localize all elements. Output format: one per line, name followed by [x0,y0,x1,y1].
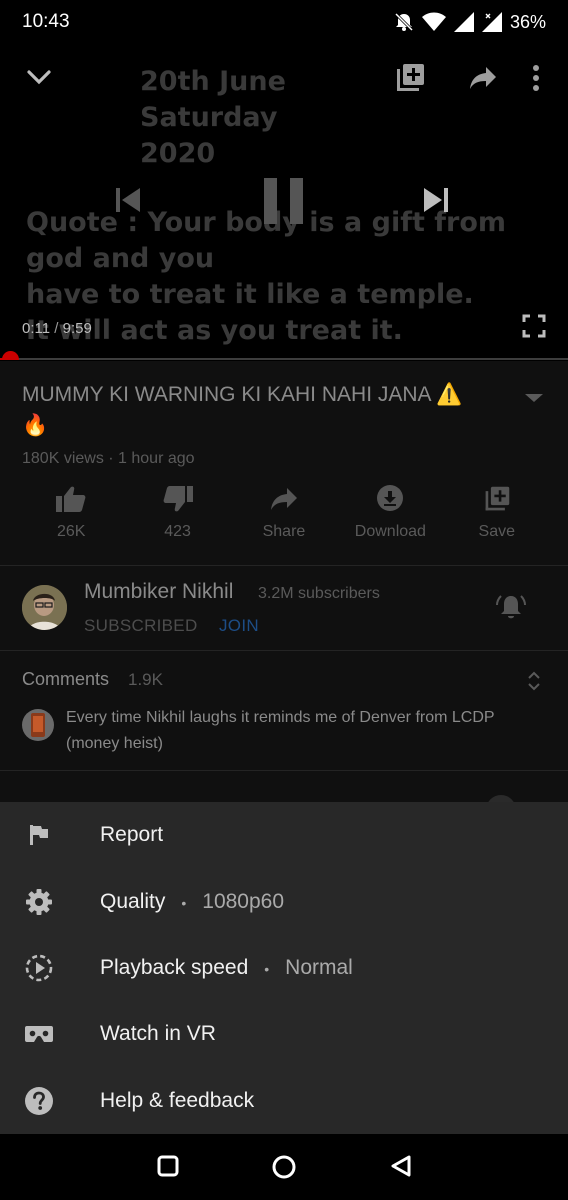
playback-speed-value: Normal [285,956,353,979]
download-button[interactable]: Download [340,485,440,555]
video-details: MUMMY KI WARNING KI KAHI NAHI JANA ⚠️ 🔥 … [0,361,568,825]
expand-comments-icon[interactable] [526,669,542,698]
signal-no-data-icon [481,12,502,32]
download-label: Download [354,523,426,540]
menu-label-watch-vr: Watch in VR [100,1022,216,1045]
wifi-icon [421,12,446,32]
action-bar: 26K 423 Share Download Save [0,485,568,555]
download-icon [377,485,404,511]
subscribed-button[interactable]: SUBSCRIBED [84,616,198,636]
dislike-count: 423 [164,523,191,540]
save-button[interactable]: Save [447,485,547,555]
share-label: Share [262,523,306,540]
previous-video-icon[interactable] [112,184,144,221]
menu-item-help-feedback[interactable]: Help & feedback [0,1068,568,1134]
menu-item-report[interactable]: Report [0,802,568,868]
separator-dot: • [264,961,270,977]
vr-headset-icon [24,1019,54,1049]
share-icon [270,488,297,510]
channel-name[interactable]: Mumbiker Nikhil [84,580,233,604]
thumbs-up-icon [56,486,86,512]
playback-time: 0:11 / 9:59 [22,320,92,337]
share-icon[interactable] [468,64,498,97]
divider [0,650,568,651]
subscriber-count: 3.2M subscribers [258,585,380,602]
video-overlay-date: 20th June Saturday 2020 [140,66,286,169]
video-meta: 180K views · 1 hour ago [22,450,195,467]
scrubber-handle[interactable] [2,351,20,360]
notifications-off-icon [394,12,414,32]
save-label: Save [478,523,515,540]
playlist-add-icon [485,486,509,511]
next-video-icon[interactable] [420,184,452,221]
separator-dot: • [181,895,187,911]
system-navigation-bar [0,1134,568,1200]
more-options-icon[interactable] [532,64,540,97]
menu-item-watch-vr[interactable]: Watch in VR [0,1001,568,1067]
video-title[interactable]: MUMMY KI WARNING KI KAHI NAHI JANA ⚠️ 🔥 [22,379,492,441]
commenter-avatar[interactable] [22,709,54,741]
menu-item-playback-speed[interactable]: Playback speed • Normal [0,935,568,1001]
comments-header[interactable]: Comments [22,669,109,690]
gear-icon [24,887,54,917]
menu-item-quality[interactable]: Quality • 1080p60 [0,869,568,935]
share-button[interactable]: Share [234,485,334,555]
progress-bar[interactable] [0,351,568,360]
status-bar: 10:43 36% [0,0,568,44]
menu-label-playback-speed: Playback speed • Normal [100,956,353,980]
comments-count: 1.9K [128,670,163,689]
home-button[interactable] [271,1154,297,1185]
menu-label-report: Report [100,823,164,846]
fullscreen-icon[interactable] [522,314,546,343]
back-button[interactable] [389,1154,413,1183]
add-to-playlist-icon[interactable] [394,62,426,99]
status-icons: 36% [394,12,546,33]
expand-description-icon[interactable] [524,391,544,409]
menu-label-help-feedback: Help & feedback [100,1089,255,1112]
divider [0,565,568,566]
flag-icon [24,820,54,850]
options-bottom-sheet: Report Quality • 1080p60 Playback speed … [0,802,568,1134]
like-count: 26K [56,523,86,540]
signal-icon [453,12,474,32]
channel-avatar[interactable] [22,585,67,630]
battery-level: 36% [509,11,546,32]
pause-icon[interactable] [262,176,306,231]
like-button[interactable]: 26K [21,485,121,555]
join-button[interactable]: JOIN [219,616,259,636]
notification-bell-icon[interactable] [496,592,526,627]
current-time: 0:11 [22,320,51,337]
status-time: 10:43 [22,11,70,32]
recents-button[interactable] [156,1154,180,1183]
quality-label: Quality [100,890,166,913]
playback-speed-label: Playback speed [100,956,249,979]
top-comment[interactable]: Every time Nikhil laughs it reminds me o… [66,705,536,757]
divider [0,770,568,771]
playback-speed-icon [24,953,54,983]
video-player[interactable]: 20th June Saturday 2020 Quote : Your bod… [0,0,568,360]
thumbs-down-icon [163,486,193,512]
help-icon [24,1086,54,1116]
dislike-button[interactable]: 423 [128,485,228,555]
duration: 9:59 [62,320,92,337]
quality-value: 1080p60 [202,890,285,913]
menu-label-quality: Quality • 1080p60 [100,890,284,914]
minimize-chevron-icon[interactable] [24,62,54,97]
